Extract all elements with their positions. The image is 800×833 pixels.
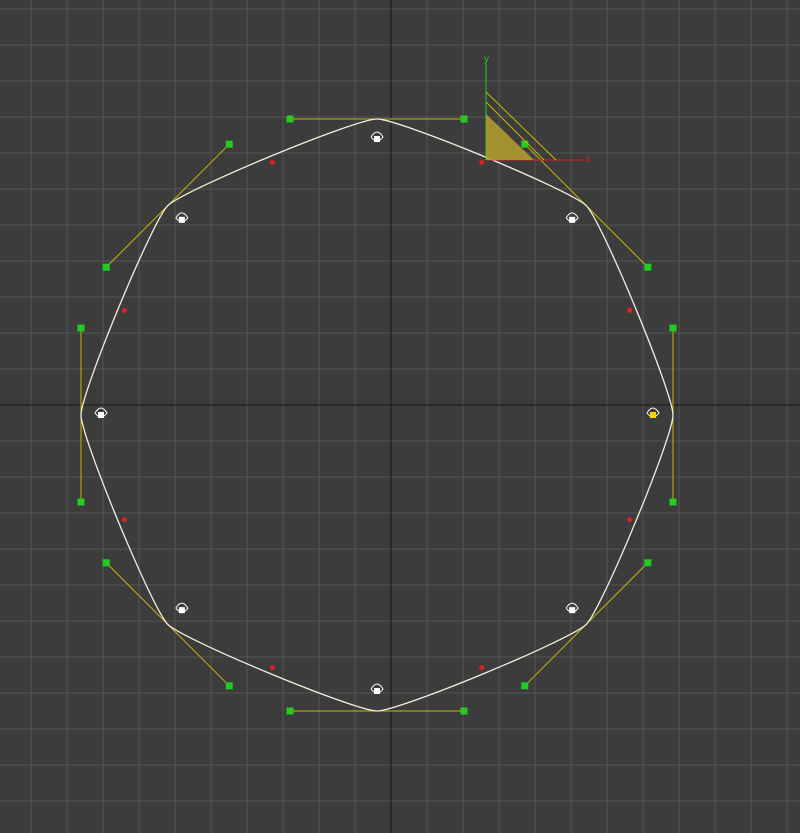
tangent-handle[interactable] bbox=[102, 559, 110, 567]
vertex-marker[interactable] bbox=[374, 136, 380, 142]
segment-midpoint-marker bbox=[479, 159, 485, 165]
viewport-canvas[interactable]: y x bbox=[0, 0, 800, 833]
tangent-handle[interactable] bbox=[644, 559, 652, 567]
tangent-handle[interactable] bbox=[102, 263, 110, 271]
tangent-handle[interactable] bbox=[286, 707, 294, 715]
tangent-handle[interactable] bbox=[286, 115, 294, 123]
tangent-handle[interactable] bbox=[460, 115, 468, 123]
segment-midpoint-marker bbox=[121, 517, 127, 523]
tangent-handle[interactable] bbox=[77, 498, 85, 506]
vertex-marker[interactable] bbox=[98, 412, 104, 418]
segment-midpoint-marker bbox=[627, 517, 633, 523]
segment-midpoint-marker bbox=[627, 307, 633, 313]
vertex-marker-selected[interactable] bbox=[650, 412, 656, 418]
gizmo-x-label: x bbox=[585, 154, 590, 165]
segment-midpoint-marker bbox=[269, 159, 275, 165]
tangent-handle[interactable] bbox=[225, 682, 233, 690]
segment-midpoint-marker bbox=[269, 665, 275, 671]
segment-midpoint-marker bbox=[479, 665, 485, 671]
vertex-marker[interactable] bbox=[178, 607, 185, 614]
tangent-handle[interactable] bbox=[521, 682, 529, 690]
tangent-handle[interactable] bbox=[225, 140, 233, 148]
tangent-handle[interactable] bbox=[460, 707, 468, 715]
vertex-marker[interactable] bbox=[374, 688, 380, 694]
tangent-handle[interactable] bbox=[521, 140, 529, 148]
gizmo-y-label: y bbox=[484, 54, 489, 65]
tangent-handle[interactable] bbox=[669, 498, 677, 506]
vertex-marker[interactable] bbox=[569, 216, 576, 223]
vertex-marker[interactable] bbox=[569, 607, 576, 614]
tangent-handle[interactable] bbox=[644, 263, 652, 271]
segment-midpoint-marker bbox=[121, 307, 127, 313]
tangent-handle[interactable] bbox=[77, 324, 85, 332]
tangent-handle[interactable] bbox=[669, 324, 677, 332]
vertex-marker[interactable] bbox=[178, 216, 185, 223]
